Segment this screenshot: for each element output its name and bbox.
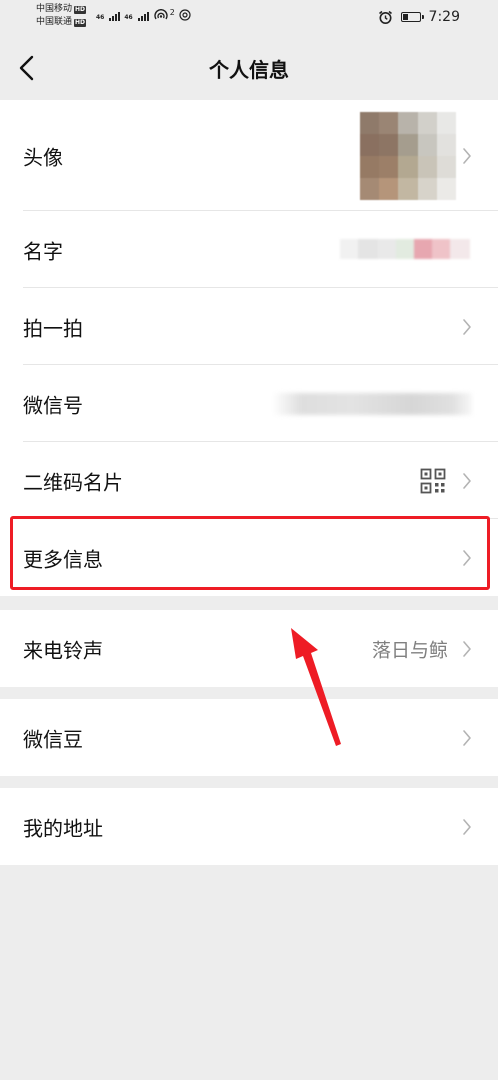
chevron-right-icon: [463, 818, 471, 835]
beans-group: 微信豆: [0, 699, 498, 776]
row-label: 来电铃声: [23, 638, 103, 662]
beans-row[interactable]: 微信豆: [0, 699, 498, 776]
row-label: 拍一拍: [23, 316, 83, 340]
signal-bars-icon: [109, 12, 121, 21]
network-type-2: 46: [124, 14, 133, 21]
row-label: 微信号: [23, 393, 83, 417]
signal-indicators: 46 46 2: [96, 9, 191, 21]
wechat-id-row[interactable]: 微信号: [0, 365, 498, 442]
chevron-right-icon: [463, 472, 471, 489]
network-type-1: 46: [96, 14, 105, 21]
hd-badge-icon: HD: [74, 5, 87, 14]
chevron-right-icon: [463, 147, 471, 164]
blurred-wechat-id: [272, 393, 472, 415]
chevron-right-icon: [463, 640, 471, 657]
ringtone-row[interactable]: 来电铃声 落日与鲸: [0, 610, 498, 687]
name-row[interactable]: 名字: [0, 211, 498, 288]
signal-bars-icon: [137, 12, 149, 21]
pat-row[interactable]: 拍一拍: [0, 288, 498, 365]
qr-code-icon: [420, 468, 446, 493]
status-bar: 中国移动 HD 中国联通 HD 46 46 2 7:29: [0, 0, 498, 36]
hd-badge-icon: HD: [74, 18, 87, 27]
row-label: 微信豆: [23, 727, 83, 751]
qr-card-row[interactable]: 二维码名片: [0, 442, 498, 519]
more-info-row[interactable]: 更多信息: [0, 519, 498, 596]
avatar: [360, 112, 456, 200]
ringtone-group: 来电铃声 落日与鲸: [0, 610, 498, 687]
profile-group: 头像 名字 拍一拍 微信号 二维码名片 更多信息: [0, 100, 498, 596]
status-time: 7:29: [428, 9, 460, 25]
carrier-info: 中国移动 HD 中国联通 HD: [36, 3, 87, 29]
address-row[interactable]: 我的地址: [0, 788, 498, 865]
row-label: 二维码名片: [23, 470, 123, 494]
ringtone-value: 落日与鲸: [371, 639, 448, 661]
chevron-right-icon: [463, 549, 471, 566]
avatar-row[interactable]: 头像: [0, 100, 498, 211]
nav-bar: 个人信息: [0, 36, 498, 100]
row-label: 更多信息: [23, 547, 103, 571]
status-right: 7:29: [378, 9, 460, 25]
carrier-2: 中国联通: [36, 17, 73, 27]
blurred-name: [340, 239, 470, 259]
alarm-icon: [378, 10, 392, 24]
page-title: 个人信息: [209, 58, 289, 82]
address-group: 我的地址: [0, 788, 498, 865]
battery-icon: [400, 12, 424, 22]
chevron-right-icon: [463, 729, 471, 746]
row-label: 头像: [23, 145, 63, 169]
hotspot-count: 2: [169, 8, 175, 17]
nfc-icon: [179, 9, 191, 21]
hotspot-icon: [154, 9, 168, 20]
row-label: 名字: [23, 239, 63, 263]
carrier-1: 中国移动: [36, 4, 73, 14]
row-label: 我的地址: [23, 816, 103, 840]
chevron-right-icon: [463, 318, 471, 335]
